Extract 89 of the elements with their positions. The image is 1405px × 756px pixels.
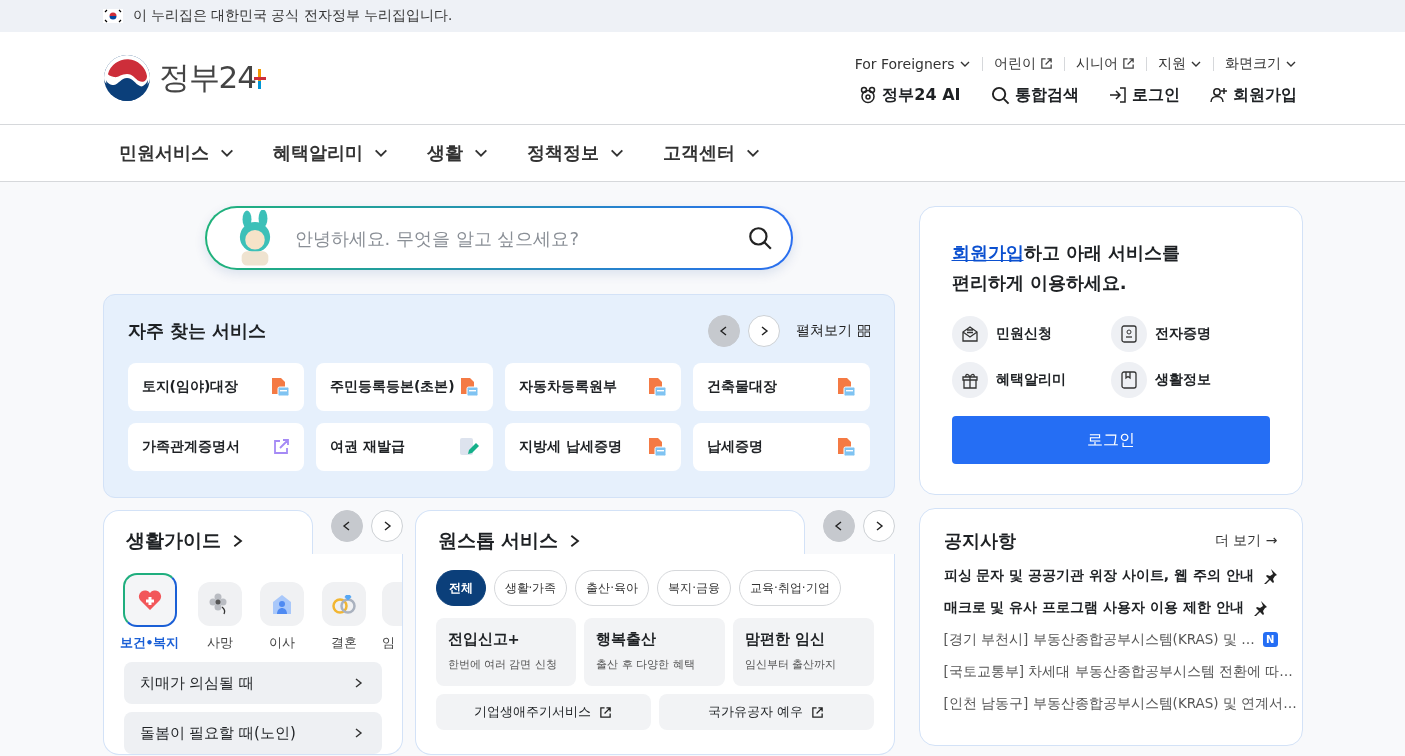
header-action-link[interactable]: 로그인: [1108, 84, 1180, 106]
pdf-file-icon: [835, 377, 856, 397]
flag-icon: [102, 9, 123, 23]
service-link[interactable]: 주민등록등본(초본): [315, 363, 493, 411]
next-button[interactable]: [862, 510, 895, 542]
service-shortcut[interactable]: 혜택알리미: [951, 362, 1111, 398]
pdf-file-icon: [269, 377, 290, 397]
external-service-link[interactable]: 국가유공자 예우: [658, 694, 874, 730]
pdf-file-icon: [647, 377, 668, 397]
filter-chip[interactable]: 복지·금융: [657, 570, 731, 606]
guide-list-item[interactable]: 치매가 의심될 때: [123, 662, 382, 704]
expand-link[interactable]: 펼쳐보기: [795, 322, 870, 340]
document-edit-icon: [458, 437, 479, 457]
utility-link[interactable]: 화면크기: [1213, 54, 1297, 73]
nav-menu-item[interactable]: 혜택알리미: [272, 141, 389, 165]
notice-link[interactable]: [인천 남동구] 부동산종합공부시스템(KRAS) 및 연계서…: [943, 694, 1297, 713]
official-site-notice: 이 누리집은 대한민국 공식 전자정부 누리집입니다.: [132, 7, 453, 25]
service-shortcut[interactable]: 생활정보: [1110, 362, 1270, 398]
next-button[interactable]: [370, 510, 403, 542]
card-description: 한번에 여러 감면 신청: [447, 657, 558, 672]
animal-head-icon: [859, 86, 878, 104]
card-title: 행복출산: [596, 630, 658, 649]
notice-link[interactable]: 매크로 및 유사 프로그램 사용자 이용 제한 안내: [943, 598, 1244, 617]
nav-menu-item[interactable]: 생활: [426, 141, 489, 165]
house-icon: [270, 593, 293, 615]
utility-link[interactable]: 어린이: [982, 54, 1064, 73]
external-link-icon: [811, 705, 825, 719]
signup-message: 회원가입하고 아래 서비스를 편리하게 이용하세요.: [951, 241, 1182, 295]
service-shortcut[interactable]: 민원신청: [951, 316, 1111, 352]
home-logo[interactable]: 정부24: [102, 54, 266, 102]
next-button[interactable]: [747, 315, 780, 347]
id-card-icon: [1120, 325, 1137, 343]
pdf-file-icon: [647, 437, 668, 457]
add-user-icon: [1209, 86, 1228, 104]
service-link[interactable]: 지방세 납세증명: [504, 423, 682, 471]
search-icon[interactable]: [746, 225, 773, 251]
service-card[interactable]: 행복출산 출산 후 다양한 혜택: [584, 618, 725, 686]
section-title: 자주 찾는 서비스: [127, 319, 267, 343]
login-icon: [1108, 86, 1127, 104]
card-title: 전입신고+: [447, 630, 521, 649]
filter-chip[interactable]: 생활·가족: [493, 570, 568, 606]
service-card[interactable]: 전입신고+ 한번에 여러 감면 신청: [435, 618, 577, 686]
service-shortcut[interactable]: 전자증명: [1110, 316, 1270, 352]
pdf-file-icon: [458, 377, 479, 397]
new-badge: N: [1262, 632, 1278, 647]
header-action-link[interactable]: 회원가입: [1209, 84, 1297, 106]
more-link[interactable]: 더 보기 →: [1214, 532, 1278, 550]
external-link-icon: [1039, 57, 1053, 70]
external-link-icon: [1121, 57, 1135, 70]
service-link[interactable]: 토지(임야)대장: [127, 363, 304, 411]
notice-link[interactable]: [경기 부천시] 부동산종합공부시스템(KRAS) 및 …: [943, 630, 1255, 649]
nav-menu-item[interactable]: 고객센터: [662, 141, 761, 165]
service-link[interactable]: 여권 재발급: [315, 423, 493, 471]
filter-chip[interactable]: 출산·육아: [575, 570, 650, 606]
heart-icon: [137, 589, 162, 611]
card-description: 출산 후 다양한 혜택: [596, 657, 696, 672]
pdf-file-icon: [835, 437, 856, 457]
bookmark-icon: [1120, 371, 1137, 389]
grid-icon: [857, 325, 870, 337]
card-description: 임신부터 출산까지: [744, 657, 838, 672]
service-card[interactable]: 맘편한 임신 임신부터 출산까지: [732, 618, 874, 686]
nav-menu-item[interactable]: 정책정보: [526, 141, 625, 165]
notice-link[interactable]: 피싱 문자 및 공공기관 위장 사이트, 웹 주의 안내: [943, 566, 1254, 585]
section-title: 공지사항: [943, 529, 1016, 553]
login-button[interactable]: 로그인: [951, 416, 1270, 464]
rings-icon: [330, 593, 357, 615]
service-link[interactable]: 건축물대장: [693, 363, 870, 411]
utility-link[interactable]: For Foreigners: [843, 55, 982, 72]
card-title: 맘편한 임신: [744, 630, 826, 649]
service-link[interactable]: 자동차등록원부: [504, 363, 682, 411]
nav-menu-item[interactable]: 민원서비스: [118, 141, 235, 165]
utility-link[interactable]: 지원: [1146, 54, 1213, 73]
service-link[interactable]: 가족관계증명서: [127, 423, 304, 471]
filter-chip[interactable]: 교육·취업·기업: [739, 570, 841, 606]
filter-chip[interactable]: 전체: [435, 570, 486, 606]
external-link-icon: [271, 438, 290, 456]
external-service-link[interactable]: 기업생애주기서비스: [435, 694, 651, 730]
gift-icon: [960, 371, 979, 389]
external-link-icon: [599, 705, 612, 719]
guide-list-item[interactable]: 돌봄이 필요할 때(노인): [123, 712, 382, 754]
header-action-link[interactable]: 통합검색: [990, 84, 1079, 106]
service-link[interactable]: 납세증명: [693, 423, 870, 471]
notice-link[interactable]: [국토교통부] 차세대 부동산종합공부시스템 전환에 따…: [943, 662, 1293, 681]
search-icon: [990, 85, 1010, 105]
header-action-link[interactable]: 정부24 AI: [859, 84, 961, 106]
emblem-icon: [102, 54, 151, 102]
utility-link[interactable]: 시니어: [1064, 54, 1146, 73]
signup-link[interactable]: 회원가입: [951, 242, 1024, 263]
envelope-icon: [960, 325, 979, 343]
